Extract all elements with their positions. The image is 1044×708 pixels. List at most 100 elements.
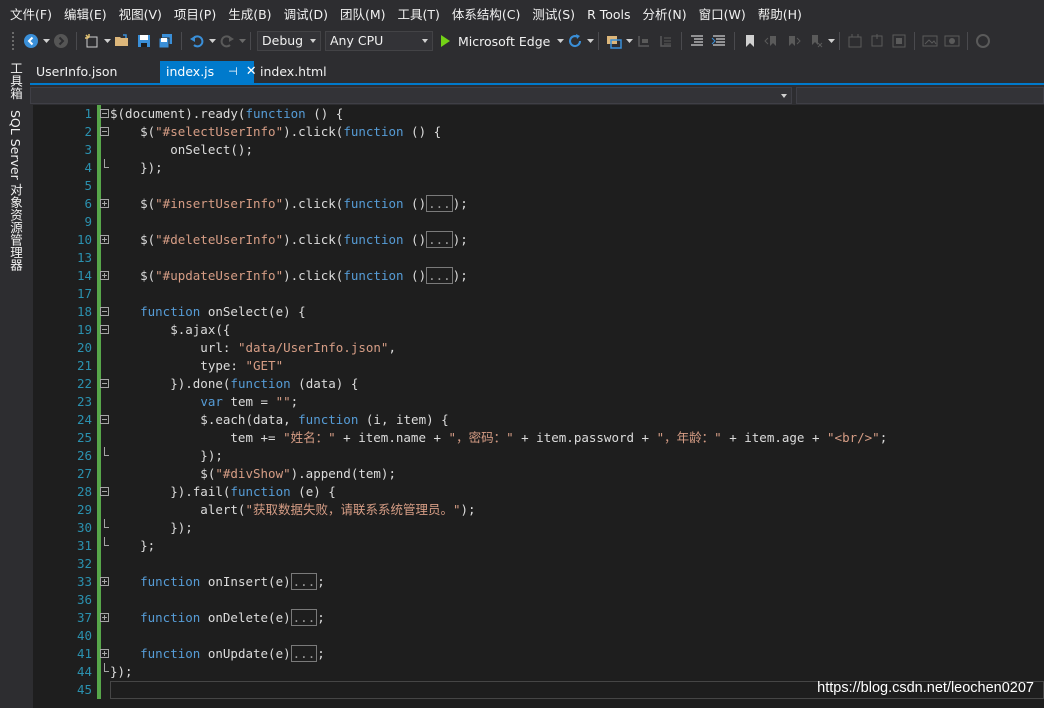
code-line[interactable]: 29 alert("获取数据失败，请联系系统管理员。"); [33,501,1044,519]
run-target-dropdown-icon[interactable] [556,31,564,51]
code-line[interactable]: 14 $("#updateUserInfo").click(function (… [33,267,1044,285]
code-line[interactable]: 9 [33,213,1044,231]
save-all-icon[interactable] [156,31,176,51]
menu-item[interactable]: 团队(M) [334,0,392,28]
tab-index-html[interactable]: index.html [254,61,354,83]
menu-item[interactable]: 生成(B) [222,0,277,28]
collapsed-region-placeholder[interactable]: ... [290,645,318,662]
code-line[interactable]: 32 [33,555,1044,573]
code-line[interactable]: 37 function onDelete(e)...; [33,609,1044,627]
layout-icon[interactable] [845,31,865,51]
code-line[interactable]: 20 url: "data/UserInfo.json", [33,339,1044,357]
code-line[interactable]: 33 function onInsert(e)...; [33,573,1044,591]
code-line[interactable]: 44}); [33,663,1044,681]
code-line[interactable]: 28 }).fail(function (e) { [33,483,1044,501]
pin-icon[interactable]: ⊣ [228,61,238,83]
collapse-icon[interactable] [100,109,109,118]
code-line[interactable]: 19 $.ajax({ [33,321,1044,339]
start-debugging-button[interactable]: Microsoft Edge [437,31,554,51]
collapsed-region-placeholder[interactable]: ... [426,267,453,284]
expand-icon[interactable] [100,271,109,280]
menu-item[interactable]: 帮助(H) [752,0,808,28]
code-line[interactable]: 6 $("#insertUserInfo").click(function ()… [33,195,1044,213]
expand-icon[interactable] [100,649,109,658]
comment-lines-icon[interactable] [687,31,707,51]
code-line[interactable]: 10 $("#deleteUserInfo").click(function (… [33,231,1044,249]
menu-item[interactable]: 文件(F) [4,0,58,28]
collapsed-region-placeholder[interactable]: ... [290,573,318,590]
collapse-icon[interactable] [100,307,109,316]
menu-item[interactable]: 编辑(E) [58,0,113,28]
browser-link-dropdown-icon[interactable] [625,31,633,51]
extension-icon[interactable] [973,31,993,51]
scope-select[interactable] [30,87,792,104]
menu-item[interactable]: 调试(D) [278,0,334,28]
back-dropdown-icon[interactable] [42,31,50,51]
new-dropdown-icon[interactable] [103,31,111,51]
solution-config-select[interactable]: Debug [257,31,321,51]
code-line[interactable]: 4 }); [33,159,1044,177]
menu-item[interactable]: 窗口(W) [693,0,752,28]
code-line[interactable]: 23 var tem = ""; [33,393,1044,411]
step-into-icon[interactable] [634,31,654,51]
bookmark-icon[interactable] [740,31,760,51]
code-line[interactable]: 5 [33,177,1044,195]
code-line[interactable]: 36 [33,591,1044,609]
expand-icon[interactable] [100,235,109,244]
menu-item[interactable]: 体系结构(C) [446,0,526,28]
menu-item[interactable]: 测试(S) [526,0,581,28]
toolbox-tab[interactable]: 工具箱 [6,62,25,100]
code-line[interactable]: 25 tem += "姓名：" + item.name + "，密码：" + i… [33,429,1044,447]
undo-dropdown-icon[interactable] [208,31,216,51]
next-bookmark-icon[interactable] [784,31,804,51]
expand-icon[interactable] [100,613,109,622]
align-icon[interactable] [889,31,909,51]
collapse-icon[interactable] [100,415,109,424]
code-line[interactable]: 18 function onSelect(e) { [33,303,1044,321]
forward-icon[interactable] [51,31,71,51]
refresh-icon[interactable] [565,31,585,51]
code-line[interactable]: 3 onSelect(); [33,141,1044,159]
menu-item[interactable]: 分析(N) [637,0,693,28]
code-line[interactable]: 41 function onUpdate(e)...; [33,645,1044,663]
collapsed-region-placeholder[interactable]: ... [426,195,453,212]
collapsed-region-placeholder[interactable]: ... [290,609,318,626]
code-line[interactable]: 30 }); [33,519,1044,537]
uncomment-lines-icon[interactable] [709,31,729,51]
expand-icon[interactable] [100,577,109,586]
code-line[interactable]: 1 $(document).ready(function () { [33,105,1044,123]
menu-item[interactable]: 视图(V) [113,0,168,28]
code-line[interactable]: 21 type: "GET" [33,357,1044,375]
save-icon[interactable] [134,31,154,51]
expand-icon[interactable] [100,199,109,208]
solution-platform-select[interactable]: Any CPU [325,31,433,51]
back-icon[interactable] [21,31,41,51]
new-project-icon[interactable] [82,31,102,51]
menu-item[interactable]: R Tools [581,0,636,28]
code-editor[interactable]: 1 $(document).ready(function () {2 $("#se… [33,105,1044,708]
tab-index-js[interactable]: index.js ⊣ ✕ [160,61,257,83]
collapse-icon[interactable] [100,487,109,496]
collapsed-region-placeholder[interactable]: ... [426,231,453,248]
clear-bookmarks-icon[interactable] [806,31,826,51]
sql-server-explorer-tab[interactable]: SQL Server 对象资源管理器 [6,110,25,271]
redo-dropdown-icon[interactable] [238,31,246,51]
code-line[interactable]: 17 [33,285,1044,303]
collapse-icon[interactable] [100,325,109,334]
menu-item[interactable]: 项目(P) [168,0,222,28]
step-over-icon[interactable] [656,31,676,51]
code-line[interactable]: 13 [33,249,1044,267]
code-line[interactable]: 31 }; [33,537,1044,555]
image-alt-icon[interactable] [942,31,962,51]
menu-item[interactable]: 工具(T) [392,0,446,28]
image-icon[interactable] [920,31,940,51]
browser-link-icon[interactable] [604,31,624,51]
toolbar-grip[interactable] [12,32,16,50]
refresh-dropdown-icon[interactable] [586,31,594,51]
tab-userinfo-json[interactable]: UserInfo.json [30,61,160,83]
code-line[interactable]: 27 $("#divShow").append(tem); [33,465,1044,483]
bookmark-dropdown-icon[interactable] [827,31,835,51]
code-line[interactable]: 2 $("#selectUserInfo").click(function ()… [33,123,1044,141]
undo-icon[interactable] [187,31,207,51]
snap-icon[interactable] [867,31,887,51]
